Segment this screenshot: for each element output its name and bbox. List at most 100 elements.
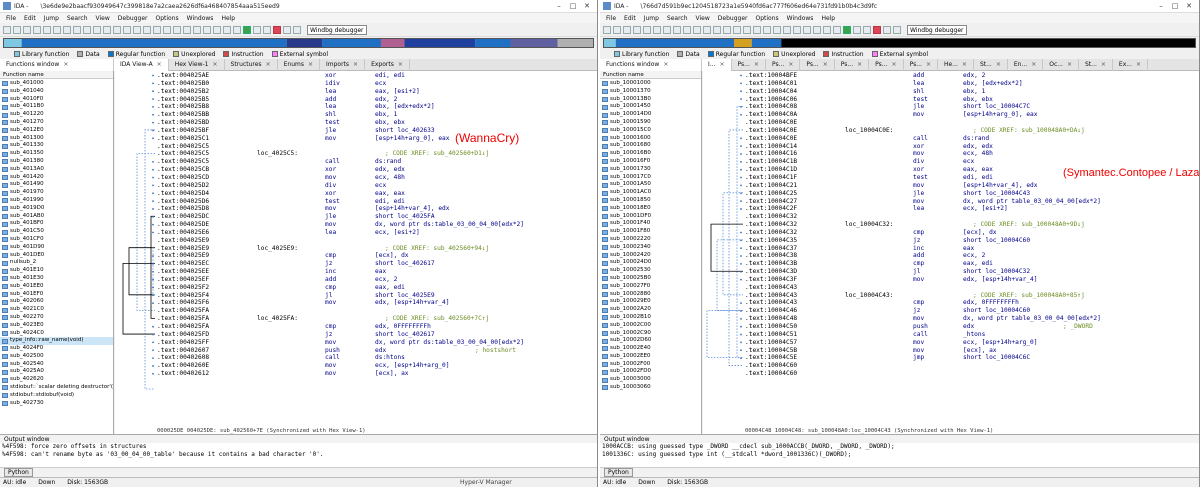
toolbar-button-icon[interactable]: [123, 25, 131, 34]
function-item[interactable]: sub_10001000: [600, 80, 701, 88]
disassembly-line[interactable]: .text:004025F2 cmp eax, edi: [157, 284, 597, 292]
function-item[interactable]: sub_10002E40: [600, 345, 701, 353]
function-item[interactable]: sub_100014D0: [600, 111, 701, 119]
function-item[interactable]: sub_401DE0: [0, 252, 113, 260]
disassembly-line[interactable]: .text:10004C51 call _htons: [745, 331, 1199, 339]
menu-view[interactable]: View: [96, 15, 110, 22]
disassembly-line[interactable]: .text:004025DC jle short loc_4025FA: [157, 213, 597, 221]
toolbar-button-icon[interactable]: [673, 25, 681, 34]
function-item[interactable]: sub_10001F80: [600, 228, 701, 236]
disassembly-line[interactable]: .text:10004C06 test ebx, ebx: [745, 96, 1199, 104]
toolbar-button-icon[interactable]: [293, 25, 301, 34]
disassembly-line[interactable]: .text:10004C35 jz short loc_10004C60: [745, 237, 1199, 245]
function-item[interactable]: sub_100025B0: [600, 275, 701, 283]
tab-close-icon[interactable]: ×: [398, 61, 403, 68]
toolbar-button-icon[interactable]: [803, 25, 811, 34]
python-button[interactable]: Python: [4, 468, 33, 477]
tab-close-icon[interactable]: ×: [1101, 61, 1106, 68]
function-item[interactable]: sub_401040: [0, 88, 113, 96]
ida-view-disassembly[interactable]: .text:10004BFE add edx, 2 .text:10004C01 lea…: [703, 71, 1199, 434]
function-item[interactable]: sub_401380: [0, 158, 113, 166]
disassembly-line[interactable]: .text:004025FA cmp edx, 0FFFFFFFFh: [157, 323, 597, 331]
function-item[interactable]: type_info::raw_name(void): [0, 337, 113, 346]
tab-1[interactable]: I... ×: [702, 58, 732, 71]
function-item[interactable]: sub_401EE0: [0, 283, 113, 291]
toolbar-button-icon[interactable]: [693, 25, 701, 34]
disassembly-line[interactable]: .text:004025FF mov dx, word ptr ds:table_0…: [157, 339, 597, 347]
debugger-select[interactable]: Windbg debugger: [307, 24, 367, 35]
toolbar-button-icon[interactable]: [73, 25, 81, 34]
tab-6[interactable]: Exports ×: [365, 58, 410, 71]
function-item[interactable]: sub_10001600: [600, 135, 701, 143]
function-item[interactable]: sub_401490: [0, 181, 113, 189]
disassembly-line[interactable]: .text:10004C0E loc_10004C0E: ; CODE XREF: …: [745, 127, 1199, 135]
disassembly-line[interactable]: .text:10004C21 mov [esp+14h+var_4], edx: [745, 182, 1199, 190]
disassembly-line[interactable]: .text:10004C0E: [745, 119, 1199, 127]
disassembly-line[interactable]: .text:004025C1 mov [esp+14h+arg_0], eax: [157, 135, 597, 143]
disassembly-line[interactable]: .text:0040260E mov ecx, [esp+14h+arg_0]: [157, 362, 597, 370]
function-item[interactable]: sub_401BF0: [0, 220, 113, 228]
disassembly-line[interactable]: .text:004025EF add ecx, 2: [157, 276, 597, 284]
function-item[interactable]: sub_402270: [0, 314, 113, 322]
tab-3[interactable]: Ps... ×: [766, 58, 801, 71]
toolbar-button-icon[interactable]: [43, 25, 51, 34]
tab-5[interactable]: Ps... ×: [835, 58, 870, 71]
toolbar-button-icon[interactable]: [23, 25, 31, 34]
function-item[interactable]: sub_402540: [0, 361, 113, 369]
toolbar-button-icon[interactable]: [193, 25, 201, 34]
toolbar-button-icon[interactable]: [263, 25, 271, 34]
disassembly-line[interactable]: .text:004025C5 loc_4025C5: ; CODE XREF: su…: [157, 150, 597, 158]
toolbar-button-icon[interactable]: [153, 25, 161, 34]
function-item[interactable]: sub_401EF0: [0, 291, 113, 299]
tab-12[interactable]: St... ×: [1079, 58, 1113, 71]
function-item[interactable]: sub_402620: [0, 376, 113, 384]
tab-close-icon[interactable]: ×: [720, 61, 725, 68]
tab-close-icon[interactable]: ×: [823, 61, 828, 68]
disassembly-line[interactable]: .text:004025E6 lea ecx, [esi+2]: [157, 229, 597, 237]
disassembly-line[interactable]: .text:10004C48 mov dx, word ptr table_03_0…: [745, 315, 1199, 323]
function-item[interactable]: sub_401990: [0, 197, 113, 205]
toolbar-button-icon[interactable]: [853, 25, 861, 34]
function-item[interactable]: sub_10001DF0: [600, 213, 701, 221]
disassembly-line[interactable]: .text:10004C14 xor edx, edx: [745, 143, 1199, 151]
toolbar-button-icon[interactable]: [283, 25, 291, 34]
function-item[interactable]: sub_10001590: [600, 119, 701, 127]
function-item[interactable]: sub_100029E0: [600, 298, 701, 306]
menu-file[interactable]: File: [6, 15, 16, 22]
toolbar-button-icon[interactable]: [703, 25, 711, 34]
tab-close-icon[interactable]: ×: [962, 61, 967, 68]
toolbar-button-icon[interactable]: [653, 25, 661, 34]
disassembly-line[interactable]: .text:004025CD mov ecx, 48h: [157, 174, 597, 182]
tab-close-icon[interactable]: ×: [63, 61, 68, 68]
disassembly-line[interactable]: .text:004025C5: [157, 143, 597, 151]
function-item[interactable]: sub_401420: [0, 174, 113, 182]
function-item[interactable]: sub_10001850: [600, 197, 701, 205]
disassembly-line[interactable]: .text:004025B8 lea ebx, [edx+edx*2]: [157, 103, 597, 111]
toolbar-button-icon[interactable]: [83, 25, 91, 34]
tab-9[interactable]: St... ×: [974, 58, 1008, 71]
toolbar-button-icon[interactable]: [273, 25, 281, 34]
disassembly-line[interactable]: .text:10004C50 push edx ; _DWORD: [745, 323, 1199, 331]
close-icon[interactable]: ✕: [1182, 2, 1196, 10]
toolbar-button-icon[interactable]: [793, 25, 801, 34]
menu-options[interactable]: Options: [155, 15, 178, 22]
toolbar-button-icon[interactable]: [33, 25, 41, 34]
function-item[interactable]: sub_401000: [0, 80, 113, 88]
disassembly-line[interactable]: .text:00402612 mov [ecx], ax: [157, 370, 597, 378]
function-item[interactable]: sub_100017C0: [600, 174, 701, 182]
function-item[interactable]: sub_10002C90: [600, 330, 701, 338]
toolbar-button-icon[interactable]: [13, 25, 21, 34]
toolbar-button-icon[interactable]: [63, 25, 71, 34]
menu-windows[interactable]: Windows: [787, 15, 814, 22]
toolbar-button-icon[interactable]: [173, 25, 181, 34]
disassembly-line[interactable]: .text:10004C32: [745, 213, 1199, 221]
function-item[interactable]: sub_4024C0: [0, 330, 113, 338]
tab-close-icon[interactable]: ×: [926, 61, 931, 68]
python-button[interactable]: Python: [604, 468, 633, 477]
menu-windows[interactable]: Windows: [187, 15, 214, 22]
toolbar-button-icon[interactable]: [143, 25, 151, 34]
function-item[interactable]: sub_4019D0: [0, 205, 113, 213]
function-item[interactable]: sub_4010F0: [0, 96, 113, 104]
function-item[interactable]: sub_401270: [0, 119, 113, 127]
toolbar-button-icon[interactable]: [663, 25, 671, 34]
